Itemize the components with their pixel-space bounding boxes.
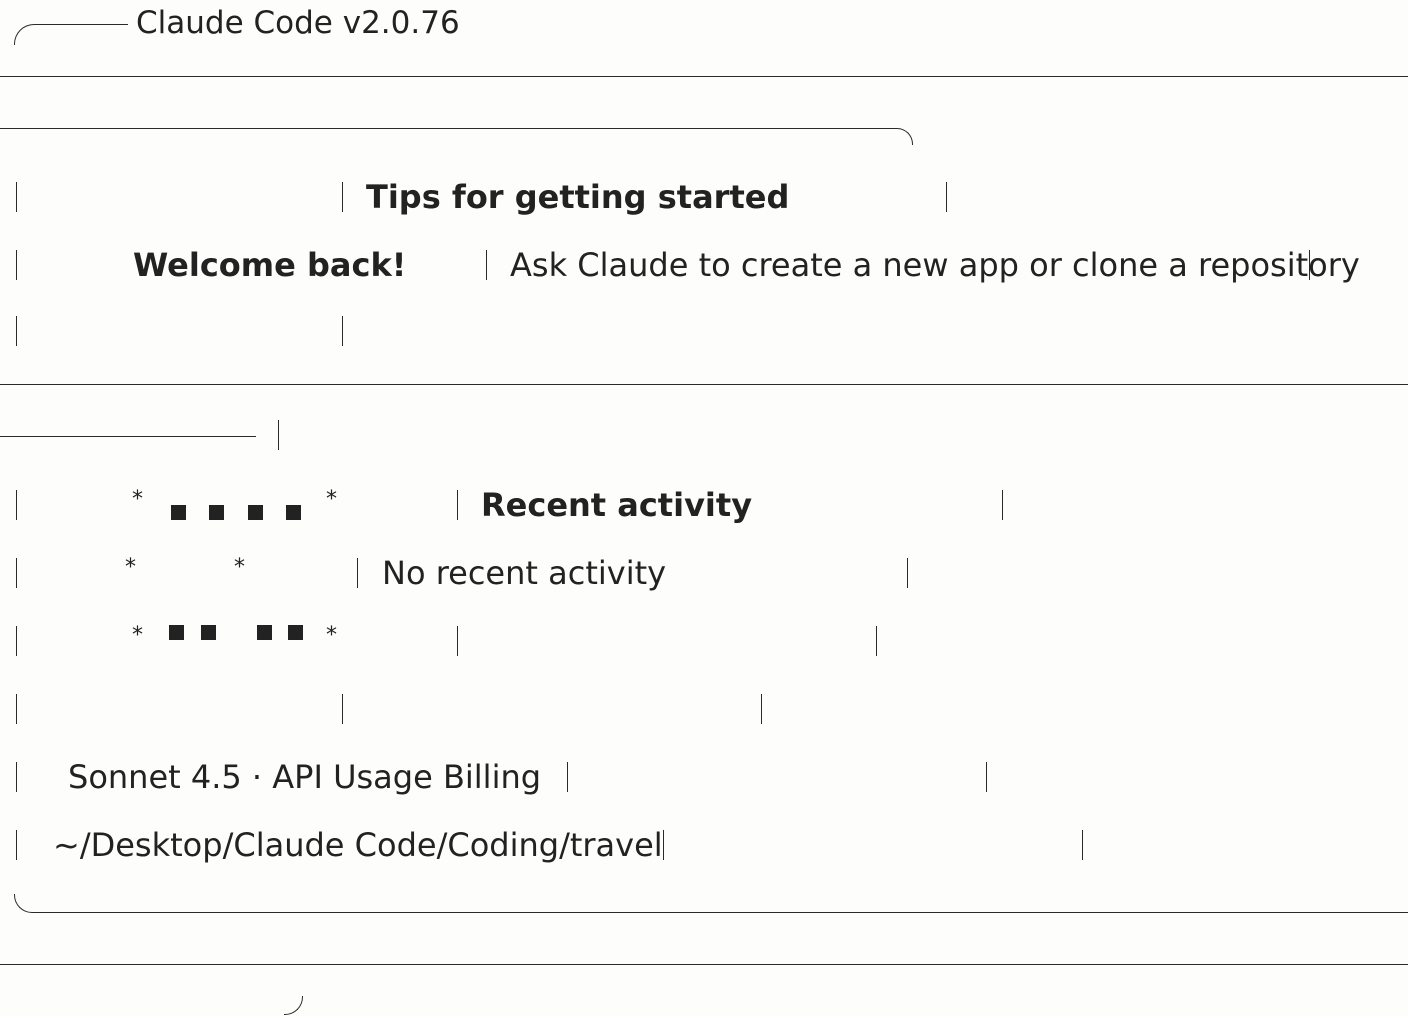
column-divider — [876, 626, 877, 656]
tips-heading: Tips for getting started — [366, 178, 790, 216]
column-divider — [1082, 830, 1083, 860]
column-divider — [357, 558, 358, 588]
pixel-block — [288, 625, 303, 640]
frame-corner-top-right — [894, 128, 913, 145]
frame-corner-bottom-left — [14, 894, 35, 913]
column-divider — [457, 490, 458, 520]
column-divider — [1309, 250, 1310, 280]
column-divider — [761, 694, 762, 724]
panel-bottom-border — [34, 912, 1408, 913]
pixel-block — [248, 505, 263, 520]
column-divider — [907, 558, 908, 588]
title-rule — [34, 24, 128, 25]
section-divider — [0, 384, 1408, 385]
star-icon: * — [326, 623, 337, 648]
column-divider — [457, 626, 458, 656]
frame-left-edge — [16, 182, 17, 212]
frame-left-edge — [16, 558, 17, 588]
frame-left-edge — [16, 762, 17, 792]
star-icon: * — [326, 487, 337, 512]
column-divider — [986, 762, 987, 792]
column-divider — [278, 420, 279, 450]
star-icon: * — [132, 487, 143, 512]
pixel-block — [209, 505, 224, 520]
star-icon: * — [125, 555, 136, 580]
frame-corner-top-left — [14, 24, 35, 45]
activity-heading: Recent activity — [481, 486, 753, 524]
prompt-divider — [0, 964, 1408, 965]
frame-left-edge — [16, 626, 17, 656]
column-divider — [342, 694, 343, 724]
pixel-block — [169, 625, 184, 640]
column-divider — [342, 316, 343, 346]
activity-body: No recent activity — [382, 554, 667, 592]
frame-left-edge — [16, 490, 17, 520]
column-divider — [1002, 490, 1003, 520]
column-divider — [946, 182, 947, 212]
frame-left-edge — [16, 250, 17, 280]
star-icon: * — [234, 555, 245, 580]
working-directory-path: ~/Desktop/Claude Code/Coding/travel — [53, 826, 663, 864]
frame-left-edge — [16, 830, 17, 860]
frame-left-edge — [16, 316, 17, 346]
pixel-block — [257, 625, 272, 640]
column-divider — [663, 830, 664, 860]
column-divider — [342, 182, 343, 212]
panel-top-border — [0, 128, 894, 129]
activity-rule — [0, 436, 256, 437]
column-divider — [486, 250, 487, 280]
divider-top — [0, 76, 1408, 77]
app-title: Claude Code v2.0.76 — [136, 5, 460, 41]
star-icon: * — [132, 623, 143, 648]
pixel-block — [286, 505, 301, 520]
model-billing-line: Sonnet 4.5 · API Usage Billing — [68, 758, 542, 796]
pixel-block — [201, 625, 216, 640]
frame-left-edge — [16, 694, 17, 724]
pixel-block — [171, 505, 186, 520]
welcome-heading: Welcome back! — [133, 246, 407, 284]
tips-body: Ask Claude to create a new app or clone … — [510, 246, 1360, 284]
column-divider — [567, 762, 568, 792]
frame-corner-bottom-right — [284, 996, 303, 1015]
